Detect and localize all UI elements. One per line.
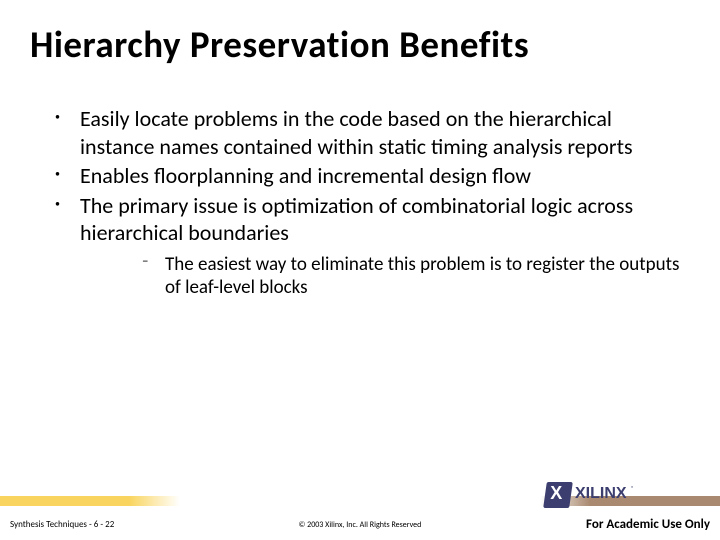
bullet-list: Easily locate problems in the code based… bbox=[40, 105, 690, 300]
logo-mark bbox=[543, 482, 573, 508]
bullet-item: Easily locate problems in the code based… bbox=[40, 105, 690, 160]
logo-word: XILINX bbox=[575, 485, 627, 503]
slide-title: Hierarchy Preservation Benefits bbox=[30, 22, 700, 67]
logo-tm: ® bbox=[631, 484, 634, 492]
sub-bullet-item: The easiest way to eliminate this proble… bbox=[130, 253, 690, 301]
slide: Hierarchy Preservation Benefits Easily l… bbox=[0, 0, 720, 540]
xilinx-logo: XILINX ® bbox=[545, 482, 635, 510]
bullet-item: Enables floorplanning and incremental de… bbox=[40, 162, 690, 190]
sub-bullet-list: The easiest way to eliminate this proble… bbox=[130, 253, 690, 301]
footer-right: For Academic Use Only bbox=[586, 517, 710, 532]
bullet-text: The primary issue is optimization of com… bbox=[80, 192, 633, 247]
slide-body: Easily locate problems in the code based… bbox=[40, 105, 690, 302]
bullet-item: The primary issue is optimization of com… bbox=[40, 192, 690, 301]
